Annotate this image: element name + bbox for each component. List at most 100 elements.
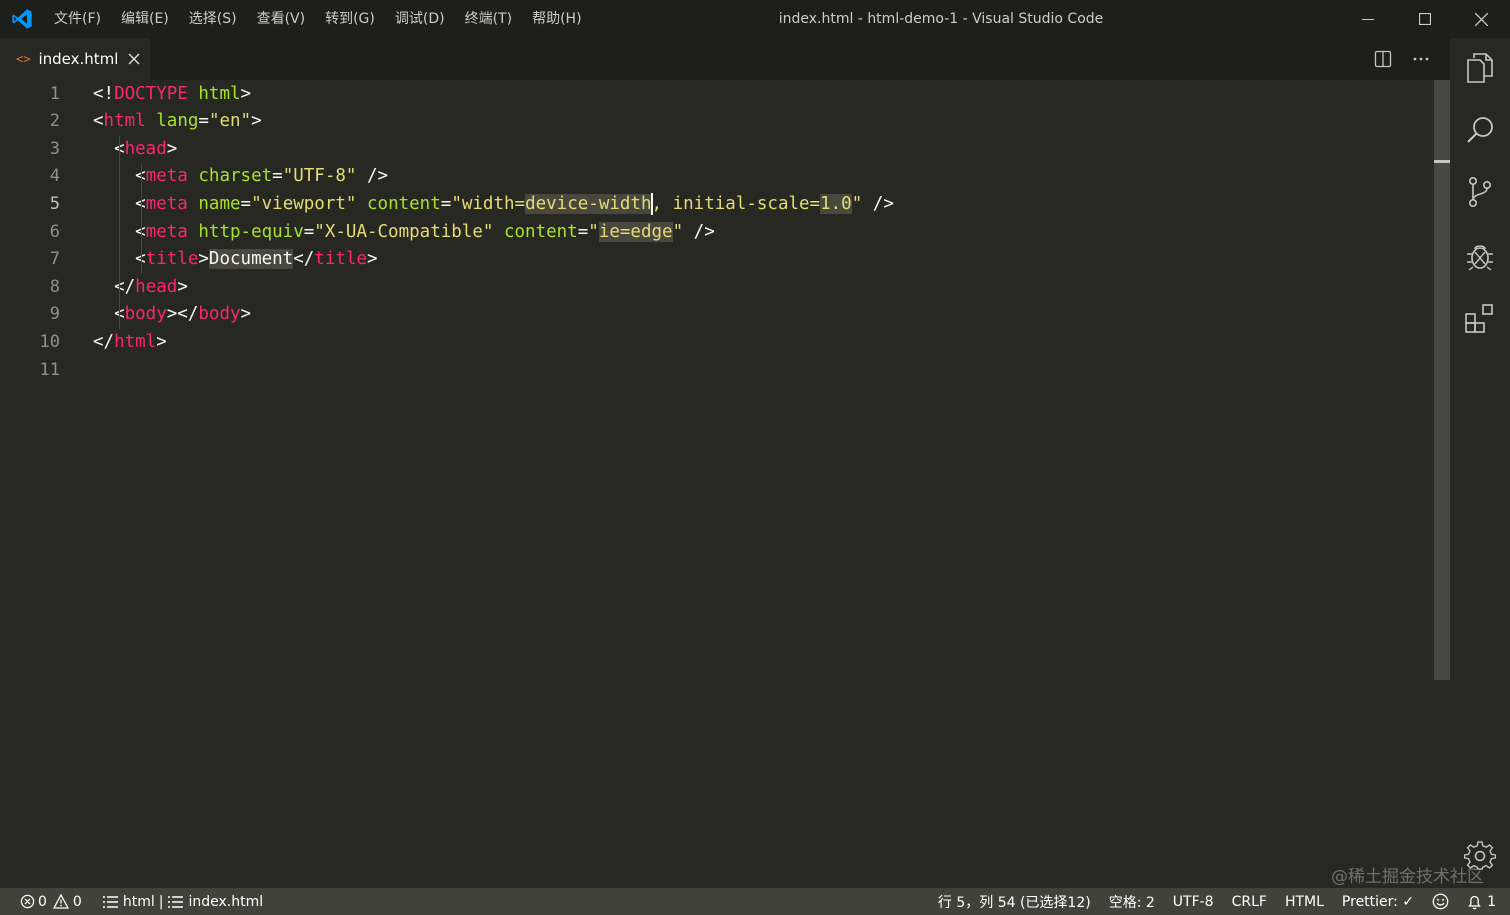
editor-actions [1364, 38, 1440, 80]
indentation[interactable]: 空格: 2 [1100, 888, 1164, 915]
code-line[interactable]: <!DOCTYPE html> [93, 81, 251, 109]
watermark: @稀土掘金技术社区 [1331, 867, 1484, 887]
code-line[interactable]: <meta charset="UTF-8" /> [93, 163, 388, 191]
tab-close-button[interactable] [126, 51, 142, 67]
maximize-button[interactable] [1396, 0, 1453, 38]
title-bar: 文件(F) 编辑(E) 选择(S) 查看(V) 转到(G) 调试(D) 终端(T… [0, 0, 1510, 38]
code-token: " [672, 221, 684, 242]
code-token: > [166, 138, 178, 159]
breadcrumb[interactable]: html | index.html [91, 888, 272, 915]
breadcrumb-file: index.html [188, 893, 264, 910]
search-icon [1467, 117, 1493, 143]
code-token: title [314, 249, 367, 270]
code-token: " [851, 193, 863, 214]
cursor-ruler-mark [1434, 160, 1450, 163]
menu-selection[interactable]: 选择(S) [179, 0, 247, 38]
activity-search[interactable] [1450, 100, 1510, 160]
menu-view[interactable]: 查看(V) [247, 0, 316, 38]
line-number: 2 [49, 111, 60, 132]
code-line[interactable]: <head> [93, 136, 177, 164]
problems-indicator[interactable]: 0 0 [0, 888, 91, 915]
symbol-list-icon [102, 895, 118, 908]
menu-edit[interactable]: 编辑(E) [111, 0, 179, 38]
code-line[interactable]: <title>Document</title> [93, 246, 378, 274]
code-token: > [240, 83, 252, 104]
code-token: "viewport" [251, 193, 357, 214]
minimize-button[interactable] [1339, 0, 1396, 38]
activity-debug[interactable] [1450, 226, 1510, 286]
line-number: 7 [49, 249, 60, 270]
language-mode[interactable]: HTML [1276, 888, 1333, 915]
vscode-logo-icon [0, 0, 44, 38]
line-number: 5 [49, 193, 60, 214]
tab-index-html[interactable]: <> index.html [0, 38, 150, 80]
menu-debug[interactable]: 调试(D) [385, 0, 455, 38]
line-number: 4 [49, 166, 60, 187]
feedback-button[interactable] [1423, 888, 1458, 915]
code-token: </ [293, 249, 315, 270]
editor-tab-strip: <> index.html [0, 38, 1450, 80]
code-token: content [503, 221, 578, 242]
code-token: DOCTYPE [114, 83, 188, 104]
menu-go[interactable]: 转到(G) [315, 0, 385, 38]
close-icon [128, 53, 140, 65]
activity-extensions[interactable] [1450, 288, 1510, 348]
more-actions-icon [1413, 57, 1429, 61]
code-line[interactable]: <body></body> [93, 301, 251, 329]
notifications-button[interactable]: 1 [1458, 888, 1510, 915]
code-token: > [366, 249, 378, 270]
debug-icon [1467, 245, 1493, 271]
line-number: 11 [39, 359, 60, 380]
split-editor-button[interactable] [1364, 38, 1402, 80]
code-token: </ [93, 331, 115, 352]
end-of-line[interactable]: CRLF [1223, 888, 1276, 915]
code-line[interactable]: </head> [93, 274, 188, 302]
menu-bar: 文件(F) 编辑(E) 选择(S) 查看(V) 转到(G) 调试(D) 终端(T… [44, 0, 592, 38]
code-line[interactable]: </html> [93, 329, 167, 357]
close-window-button[interactable] [1453, 0, 1510, 38]
cursor-position[interactable]: 行 5，列 54 (已选择12) [929, 888, 1100, 915]
more-actions-button[interactable] [1402, 38, 1440, 80]
code-token: /> [683, 221, 715, 242]
code-line[interactable]: <html lang="en"> [93, 108, 262, 136]
code-token: </ [93, 276, 136, 297]
menu-terminal[interactable]: 终端(T) [455, 0, 522, 38]
line-number: 10 [39, 331, 60, 352]
maximize-icon [1418, 13, 1431, 25]
code-line[interactable]: <meta http-equiv="X-UA-Compatible" conte… [93, 219, 715, 247]
selection-highlight: Document [208, 249, 294, 270]
code-token: > [240, 304, 252, 325]
code-token: lang [156, 111, 199, 132]
code-token: head [135, 276, 178, 297]
encoding[interactable]: UTF-8 [1164, 888, 1223, 915]
activity-explorer[interactable] [1450, 38, 1510, 98]
extensions-icon [1465, 304, 1493, 333]
prettier-status[interactable]: Prettier: ✓ [1333, 888, 1423, 915]
split-editor-icon [1374, 50, 1392, 68]
code-editor[interactable]: 1 2 3 4 5 6 7 8 9 10 11 <!DOCTYPE html> <html lang=… [0, 80, 1450, 888]
line-number: 6 [49, 221, 60, 242]
code-token: "UTF-8" [282, 166, 357, 187]
breadcrumb-separator: | [158, 893, 164, 910]
line-number-gutter: 1 2 3 4 5 6 7 8 9 10 11 [0, 80, 70, 888]
status-bar-right: 行 5，列 54 (已选择12) 空格: 2 UTF-8 CRLF HTML P… [929, 888, 1510, 915]
tab-label: index.html [38, 50, 119, 68]
code-token: = [303, 221, 315, 242]
menu-file[interactable]: 文件(F) [44, 0, 111, 38]
code-token: body [198, 304, 241, 325]
code-token: > [156, 331, 167, 352]
vertical-scrollbar-thumb[interactable] [1434, 80, 1450, 680]
code-line[interactable]: <meta name="viewport" content="width=dev… [93, 191, 894, 219]
error-icon [20, 894, 35, 909]
code-token: "X-UA-Compatible" [314, 221, 494, 242]
activity-source-control[interactable] [1450, 162, 1510, 222]
warning-count: 0 [72, 893, 82, 910]
code-token: , initial-scale= [651, 193, 821, 214]
code-token: = [198, 111, 209, 132]
menu-help[interactable]: 帮助(H) [522, 0, 591, 38]
